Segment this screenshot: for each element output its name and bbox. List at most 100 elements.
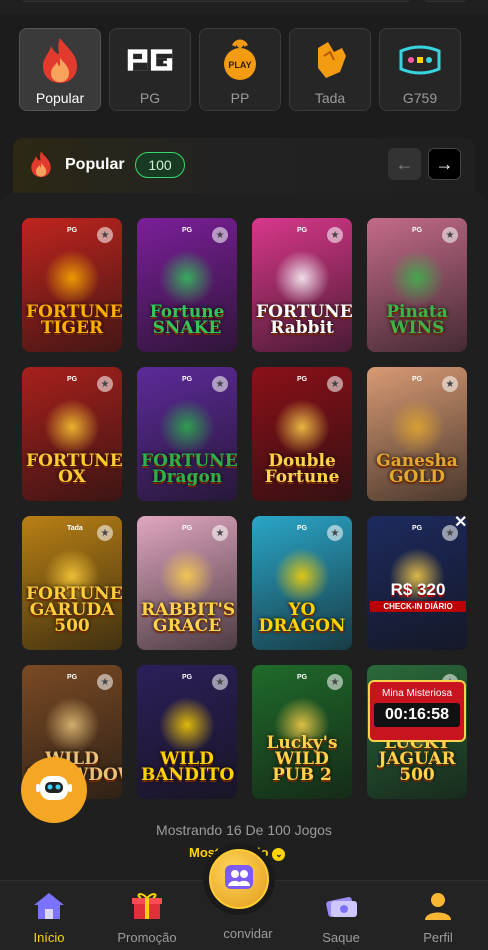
star-icon[interactable]: ★: [212, 525, 228, 541]
nav-label: Perfil: [423, 930, 453, 945]
game-title: Double Fortune: [264, 451, 340, 487]
arrow-left-icon[interactable]: ←: [388, 148, 421, 180]
section-title: Popular: [65, 156, 125, 173]
close-icon[interactable]: ✕: [454, 512, 467, 532]
game-card[interactable]: PG ★ Fortune SNAKE: [137, 218, 237, 352]
nav-withdraw[interactable]: Saque: [296, 891, 386, 945]
star-icon[interactable]: ★: [327, 376, 343, 392]
game-card[interactable]: PG ★ FORTUNE OX: [22, 367, 122, 501]
popular-section-header: Popular 100 ← →: [13, 138, 475, 193]
gift-icon: [131, 891, 163, 926]
game-art: [159, 697, 215, 753]
game-title: FORTUNE Dragon: [141, 451, 237, 487]
tab-pp[interactable]: PLAY PP: [199, 28, 281, 111]
support-robot-button[interactable]: [21, 757, 87, 823]
provider-badge: Tada: [67, 525, 83, 532]
withdraw-icon: [323, 891, 359, 926]
game-card[interactable]: PG ★ Pinata WINS: [367, 218, 467, 352]
nav-invite-label: convidar: [223, 926, 273, 941]
top-action-button[interactable]: [424, 0, 466, 2]
provider-badge: PG: [182, 674, 193, 681]
game-card[interactable]: PG ★ Double Fortune: [252, 367, 352, 501]
game-title: FORTUNE TIGER: [26, 302, 122, 338]
provider-badge: PG: [412, 525, 423, 532]
star-icon[interactable]: ★: [442, 227, 458, 243]
showing-count-text: Mostrando 16 De 100 Jogos: [156, 822, 332, 838]
game-title: FORTUNE GARUDA 500: [26, 584, 122, 636]
provider-tabs: Popular PG PLAY PP Tada G759: [19, 28, 461, 111]
game-title: FORTUNE OX: [26, 451, 122, 487]
search-field[interactable]: [22, 0, 410, 2]
star-icon[interactable]: ★: [327, 674, 343, 690]
game-art: [44, 697, 100, 753]
tab-popular[interactable]: Popular: [19, 28, 101, 111]
nav-label: Promoção: [117, 930, 177, 945]
provider-badge: PG: [412, 376, 423, 383]
star-icon[interactable]: ★: [97, 227, 113, 243]
checkin-promo[interactable]: R$ 320 CHECK-IN DIÁRIO: [370, 580, 466, 612]
chevron-down-icon: ⌄: [272, 848, 286, 861]
game-card[interactable]: PG ★ FORTUNE Rabbit: [252, 218, 352, 352]
game-card[interactable]: PG ★ WILD BANDITO: [137, 665, 237, 799]
top-bar: [0, 0, 488, 14]
mystery-mine-widget[interactable]: Mina Misteriosa 00:16:58: [368, 680, 466, 742]
tab-pg[interactable]: PG: [109, 28, 191, 111]
tab-label: G759: [402, 90, 438, 106]
provider-badge: PG: [67, 376, 78, 383]
star-icon[interactable]: ★: [212, 674, 228, 690]
game-title: Lucky's WILD PUB 2: [266, 733, 338, 785]
invite-button[interactable]: [203, 843, 275, 915]
star-icon[interactable]: ★: [327, 525, 343, 541]
star-icon[interactable]: ★: [97, 525, 113, 541]
game-art: [44, 250, 100, 306]
star-icon[interactable]: ★: [97, 376, 113, 392]
game-title: YO DRAGON: [258, 600, 346, 636]
tab-label: PP: [230, 90, 250, 106]
provider-badge: PG: [412, 227, 423, 234]
arrow-right-icon[interactable]: →: [428, 148, 461, 180]
game-card[interactable]: PG ★ FORTUNE TIGER: [22, 218, 122, 352]
nav-label: Início: [33, 930, 65, 945]
game-card[interactable]: PG ★ YO DRAGON: [252, 516, 352, 650]
nav-label: Saque: [322, 930, 360, 945]
tab-label: PG: [139, 90, 161, 106]
game-title: RABBIT'S GRACE: [141, 600, 236, 636]
provider-badge: PG: [297, 227, 308, 234]
provider-badge: PG: [182, 227, 193, 234]
game-card[interactable]: PG ★ RABBIT'S GRACE: [137, 516, 237, 650]
nav-profile[interactable]: Perfil: [393, 891, 483, 945]
game-title: Ganesha GOLD: [376, 451, 458, 487]
star-icon[interactable]: ★: [212, 227, 228, 243]
game-art: [274, 399, 330, 455]
flame-icon: [29, 150, 53, 183]
game-card[interactable]: PG ★ Lucky's WILD PUB 2: [252, 665, 352, 799]
tab-g759[interactable]: G759: [379, 28, 461, 111]
tada-hand-icon: [306, 36, 354, 84]
game-card[interactable]: PG ★ Ganesha GOLD: [367, 367, 467, 501]
game-art: [44, 399, 100, 455]
pp-play-icon: PLAY: [216, 36, 264, 84]
game-art: [389, 399, 445, 455]
provider-badge: PG: [297, 525, 308, 532]
tab-label: Popular: [35, 90, 85, 106]
nav-home[interactable]: Início: [4, 891, 94, 945]
provider-badge: PG: [182, 376, 193, 383]
game-card[interactable]: PG ★ FORTUNE Dragon: [137, 367, 237, 501]
nav-promotion[interactable]: Promoção: [102, 891, 192, 945]
star-icon[interactable]: ★: [212, 376, 228, 392]
game-art: [159, 399, 215, 455]
pg-logo-icon: [126, 36, 174, 84]
star-icon[interactable]: ★: [327, 227, 343, 243]
game-card[interactable]: Tada ★ FORTUNE GARUDA 500: [22, 516, 122, 650]
star-icon[interactable]: ★: [97, 674, 113, 690]
g759-logo-icon: [396, 36, 444, 84]
provider-badge: PG: [182, 525, 193, 532]
tab-tada[interactable]: Tada: [289, 28, 371, 111]
promo-checkin-label: CHECK-IN DIÁRIO: [370, 601, 466, 612]
profile-icon: [423, 891, 453, 926]
star-icon[interactable]: ★: [442, 376, 458, 392]
flame-icon: [36, 36, 84, 84]
game-title: Fortune SNAKE: [149, 302, 225, 338]
game-art: [159, 250, 215, 306]
provider-badge: PG: [297, 376, 308, 383]
